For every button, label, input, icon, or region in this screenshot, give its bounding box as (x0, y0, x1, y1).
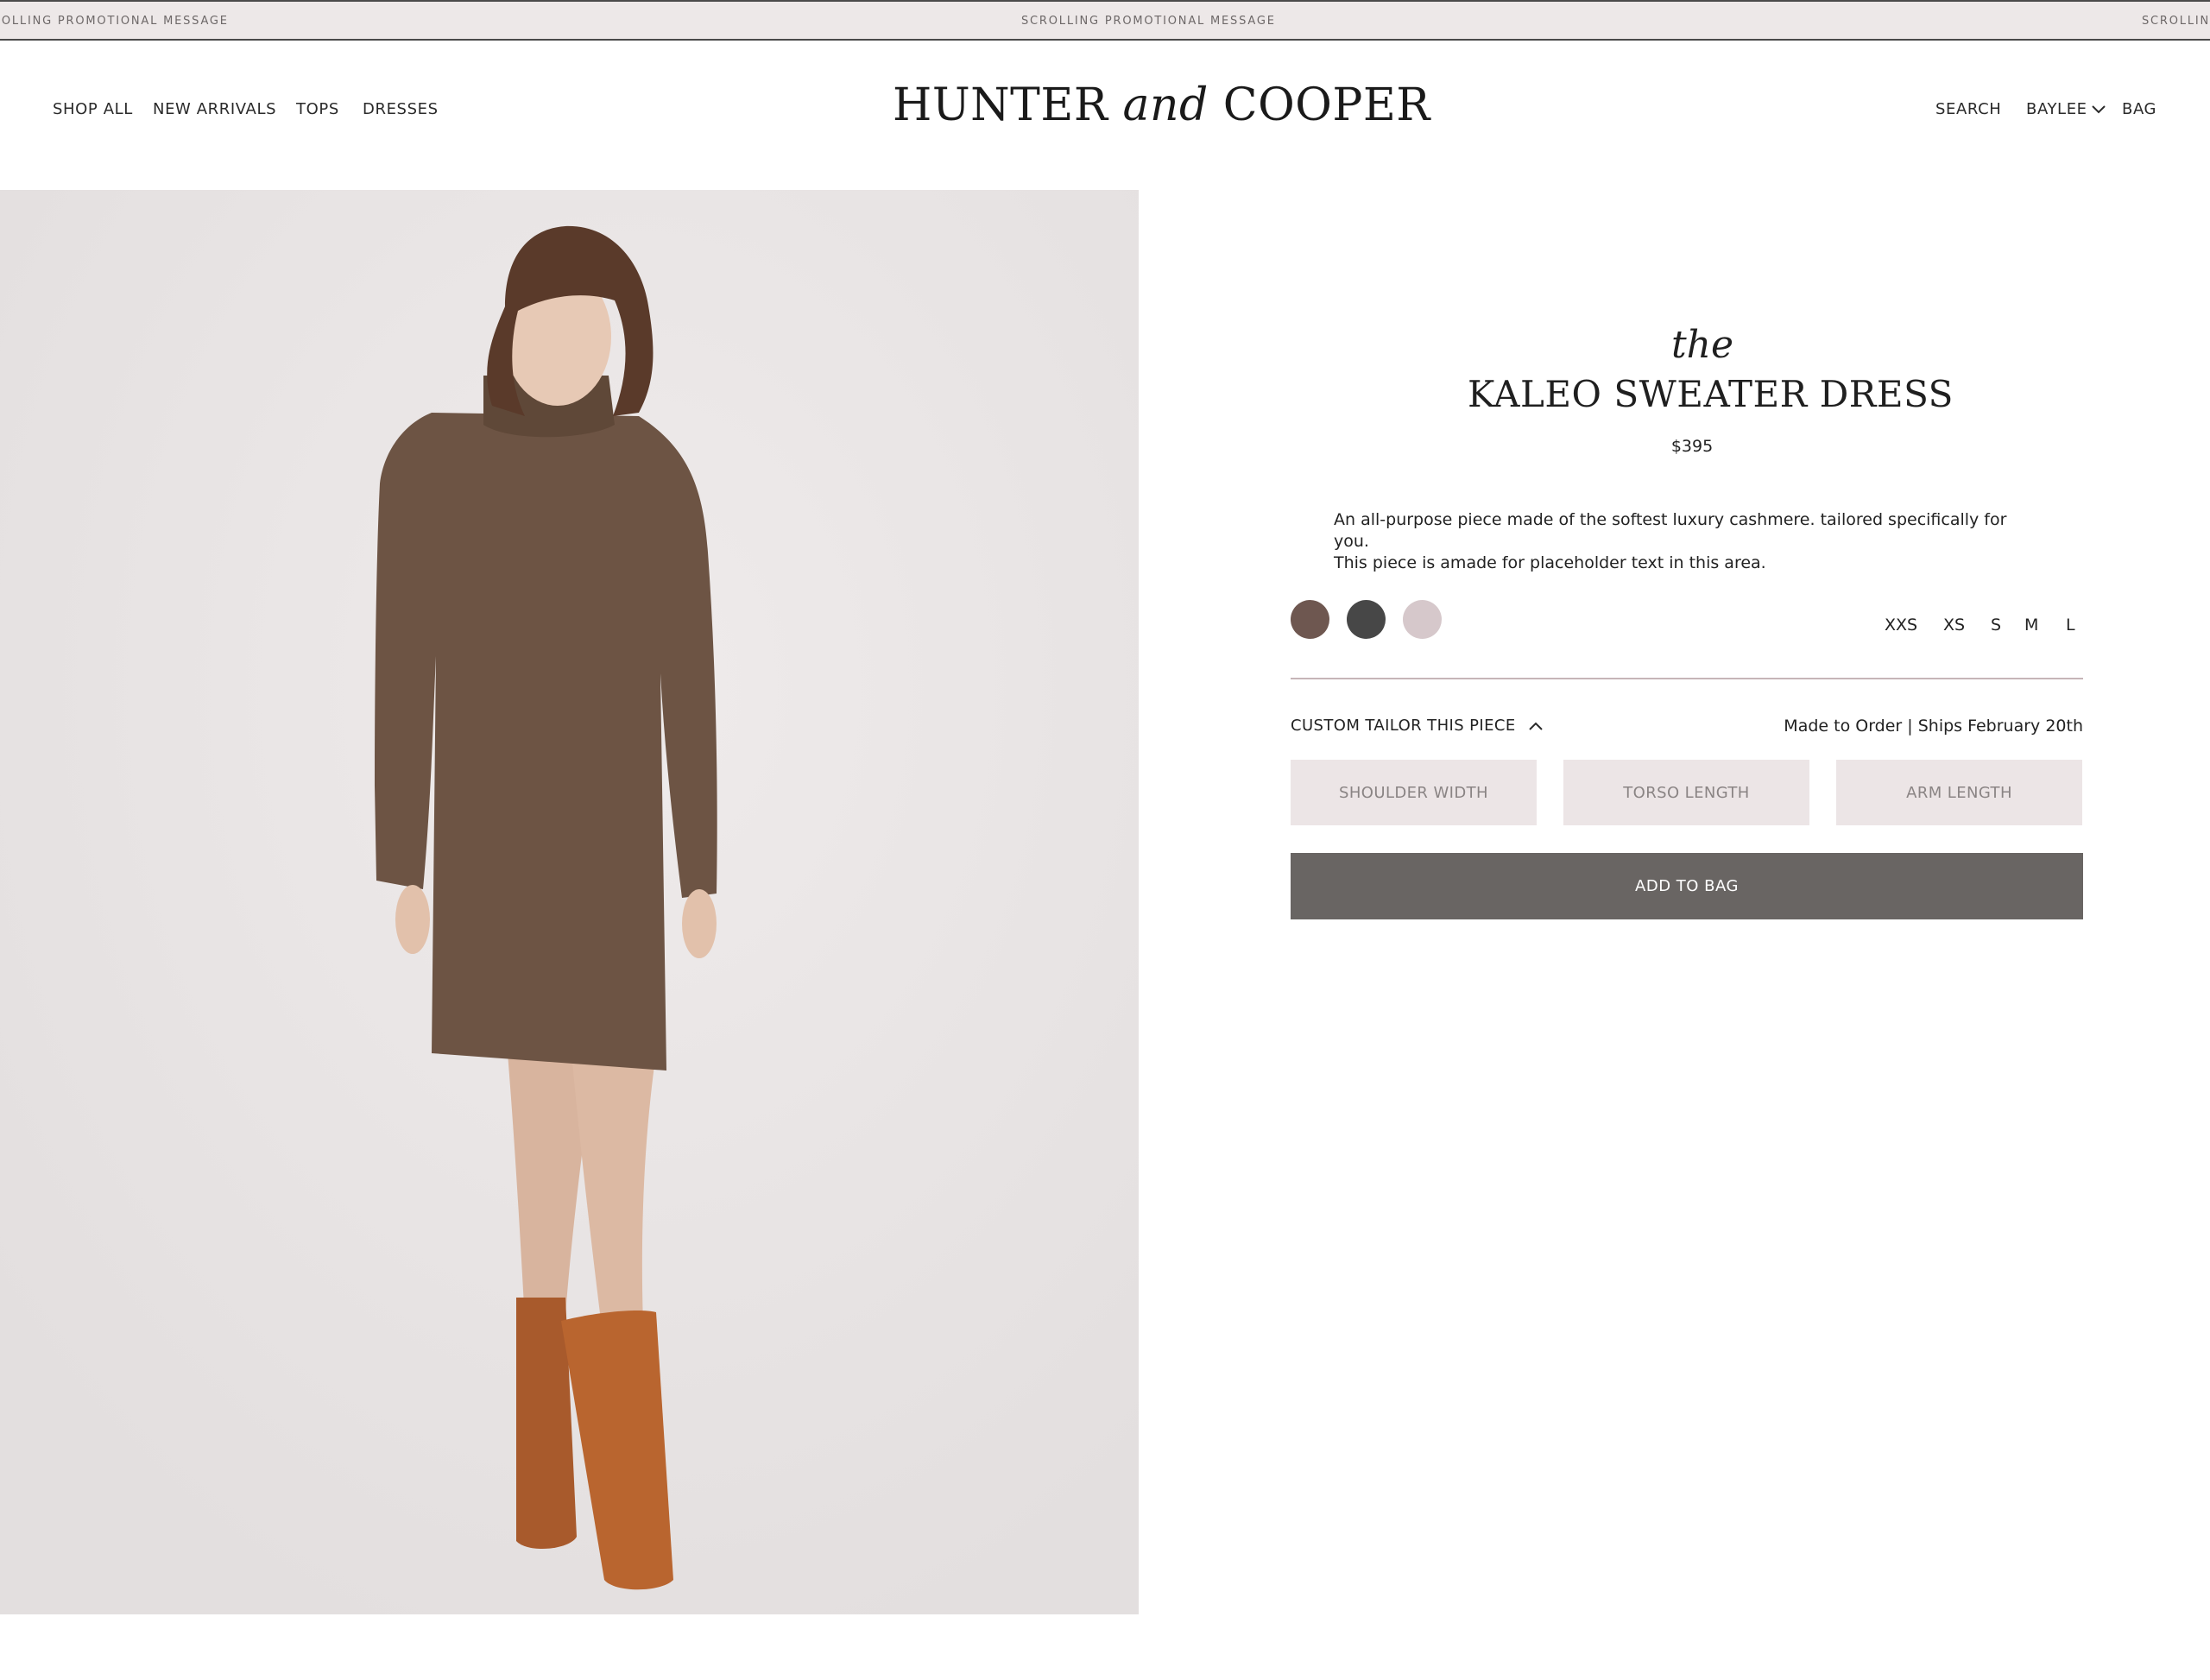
bag-link[interactable]: BAG (2122, 100, 2156, 118)
shoulder-width-button[interactable]: SHOULDER WIDTH (1291, 760, 1537, 825)
product-price: $395 (1670, 437, 1714, 456)
nav-dresses[interactable]: DRESSES (363, 100, 439, 118)
account-menu[interactable]: BAYLEE (2026, 100, 2106, 118)
logo-text-and: and (1122, 79, 1209, 131)
description-line: An all-purpose piece made of the softest… (1334, 510, 2007, 551)
brand-logo[interactable]: HUNTER and COOPER (893, 79, 1430, 131)
promo-bar: ROLLING PROMOTIONAL MESSAGE SCROLLING PR… (0, 0, 2210, 41)
color-swatch-blush[interactable] (1403, 600, 1442, 639)
model-illustration (0, 190, 1139, 1614)
product-image (0, 190, 1139, 1614)
product-title: KALEO SWEATER DRESS (1468, 373, 1954, 415)
chevron-down-icon (2091, 105, 2106, 114)
promo-message: SCROLLING PROMOTIONAL MESSAGE (1021, 15, 1276, 28)
shipping-note: Made to Order | Ships February 20th (1784, 717, 2083, 736)
size-option-xs[interactable]: XS (1943, 616, 1965, 635)
custom-tailor-label: CUSTOM TAILOR THIS PIECE (1291, 717, 1516, 735)
add-to-bag-button[interactable]: ADD TO BAG (1291, 853, 2083, 919)
size-option-s[interactable]: S (1991, 616, 2001, 635)
size-option-xxs[interactable]: XXS (1885, 616, 1917, 635)
nav-shop-all[interactable]: SHOP ALL (53, 100, 133, 118)
product-prefix: the (1671, 323, 1734, 367)
custom-tailor-toggle[interactable]: CUSTOM TAILOR THIS PIECE (1291, 717, 1544, 735)
promo-message: ROLLING PROMOTIONAL MESSAGE (0, 15, 229, 28)
logo-text-hunter: HUNTER (893, 79, 1123, 131)
size-option-m[interactable]: M (2024, 616, 2038, 635)
search-link[interactable]: SEARCH (1935, 100, 2001, 118)
chevron-up-icon (1528, 722, 1543, 730)
size-option-l[interactable]: L (2066, 616, 2075, 635)
logo-text-cooper: COOPER (1208, 79, 1430, 131)
product-description: An all-purpose piece made of the softest… (1334, 509, 2042, 574)
promo-message: SCROLLING (2142, 15, 2210, 28)
description-line: This piece is amade for placeholder text… (1334, 553, 1766, 572)
arm-length-button[interactable]: ARM LENGTH (1836, 760, 2082, 825)
color-swatch-brown[interactable] (1291, 600, 1329, 639)
color-swatch-charcoal[interactable] (1347, 600, 1386, 639)
divider (1291, 678, 2083, 679)
nav-tops[interactable]: TOPS (296, 100, 339, 118)
account-name: BAYLEE (2026, 100, 2087, 118)
nav-new-arrivals[interactable]: NEW ARRIVALS (153, 100, 276, 118)
torso-length-button[interactable]: TORSO LENGTH (1563, 760, 1809, 825)
